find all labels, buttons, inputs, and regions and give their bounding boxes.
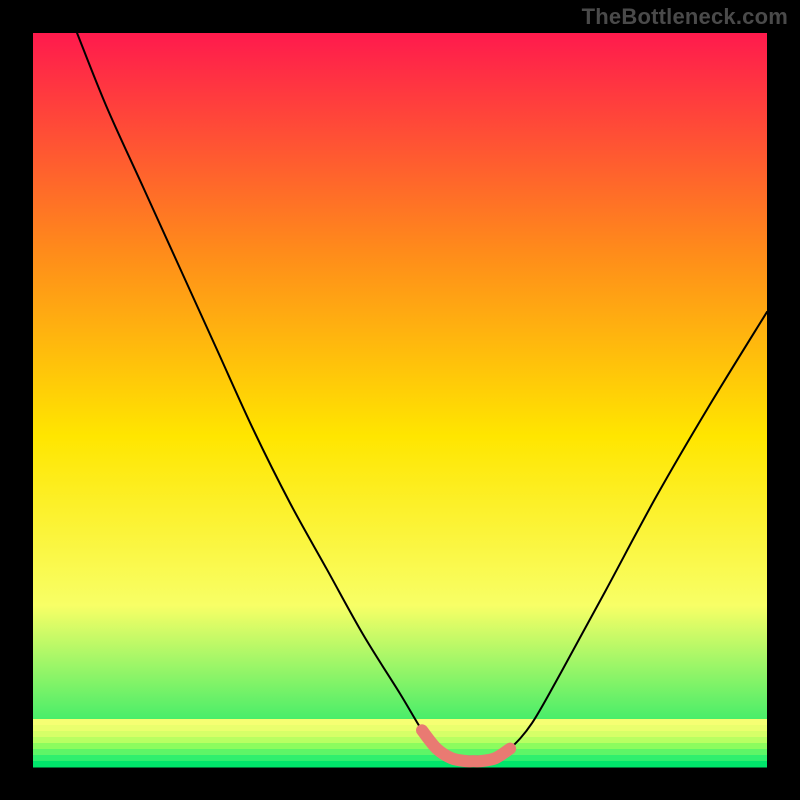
bottleneck-chart (0, 0, 800, 800)
stripe (33, 761, 767, 768)
watermark-text: TheBottleneck.com (582, 4, 788, 30)
stripe (33, 731, 767, 738)
stripe (33, 749, 767, 756)
stripe (33, 725, 767, 732)
bottom-stripes (33, 719, 767, 768)
stripe (33, 737, 767, 744)
plot-background (33, 33, 767, 767)
stripe (33, 755, 767, 762)
chart-frame: TheBottleneck.com (0, 0, 800, 800)
stripe (33, 743, 767, 750)
stripe (33, 719, 767, 726)
